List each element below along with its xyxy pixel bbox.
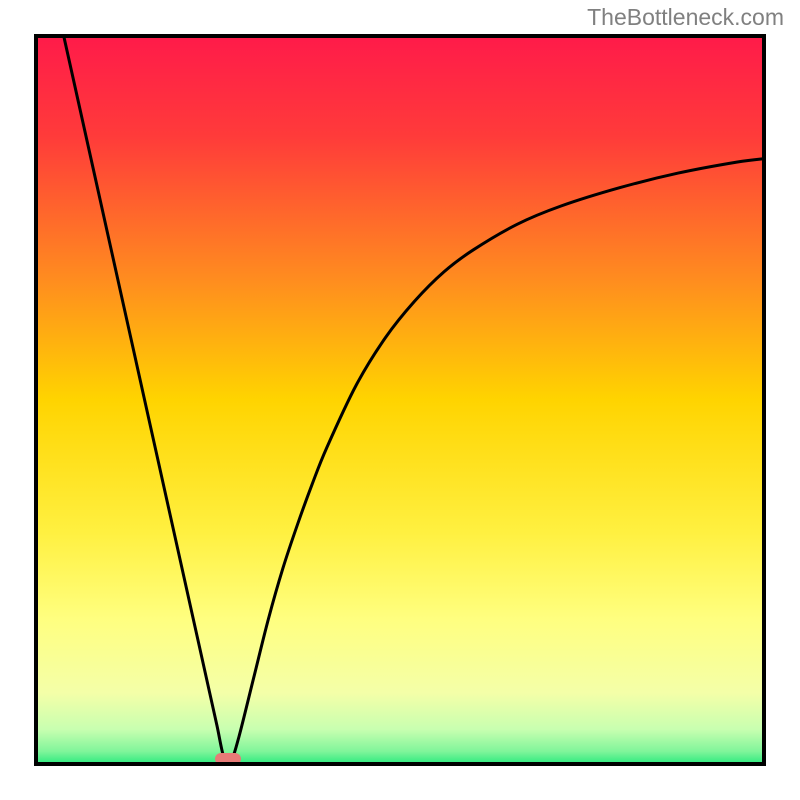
plot-area bbox=[34, 34, 766, 766]
bottleneck-curve bbox=[34, 34, 766, 766]
min-marker bbox=[215, 753, 241, 765]
watermark-text: TheBottleneck.com bbox=[587, 4, 784, 31]
chart-container: TheBottleneck.com bbox=[0, 0, 800, 800]
